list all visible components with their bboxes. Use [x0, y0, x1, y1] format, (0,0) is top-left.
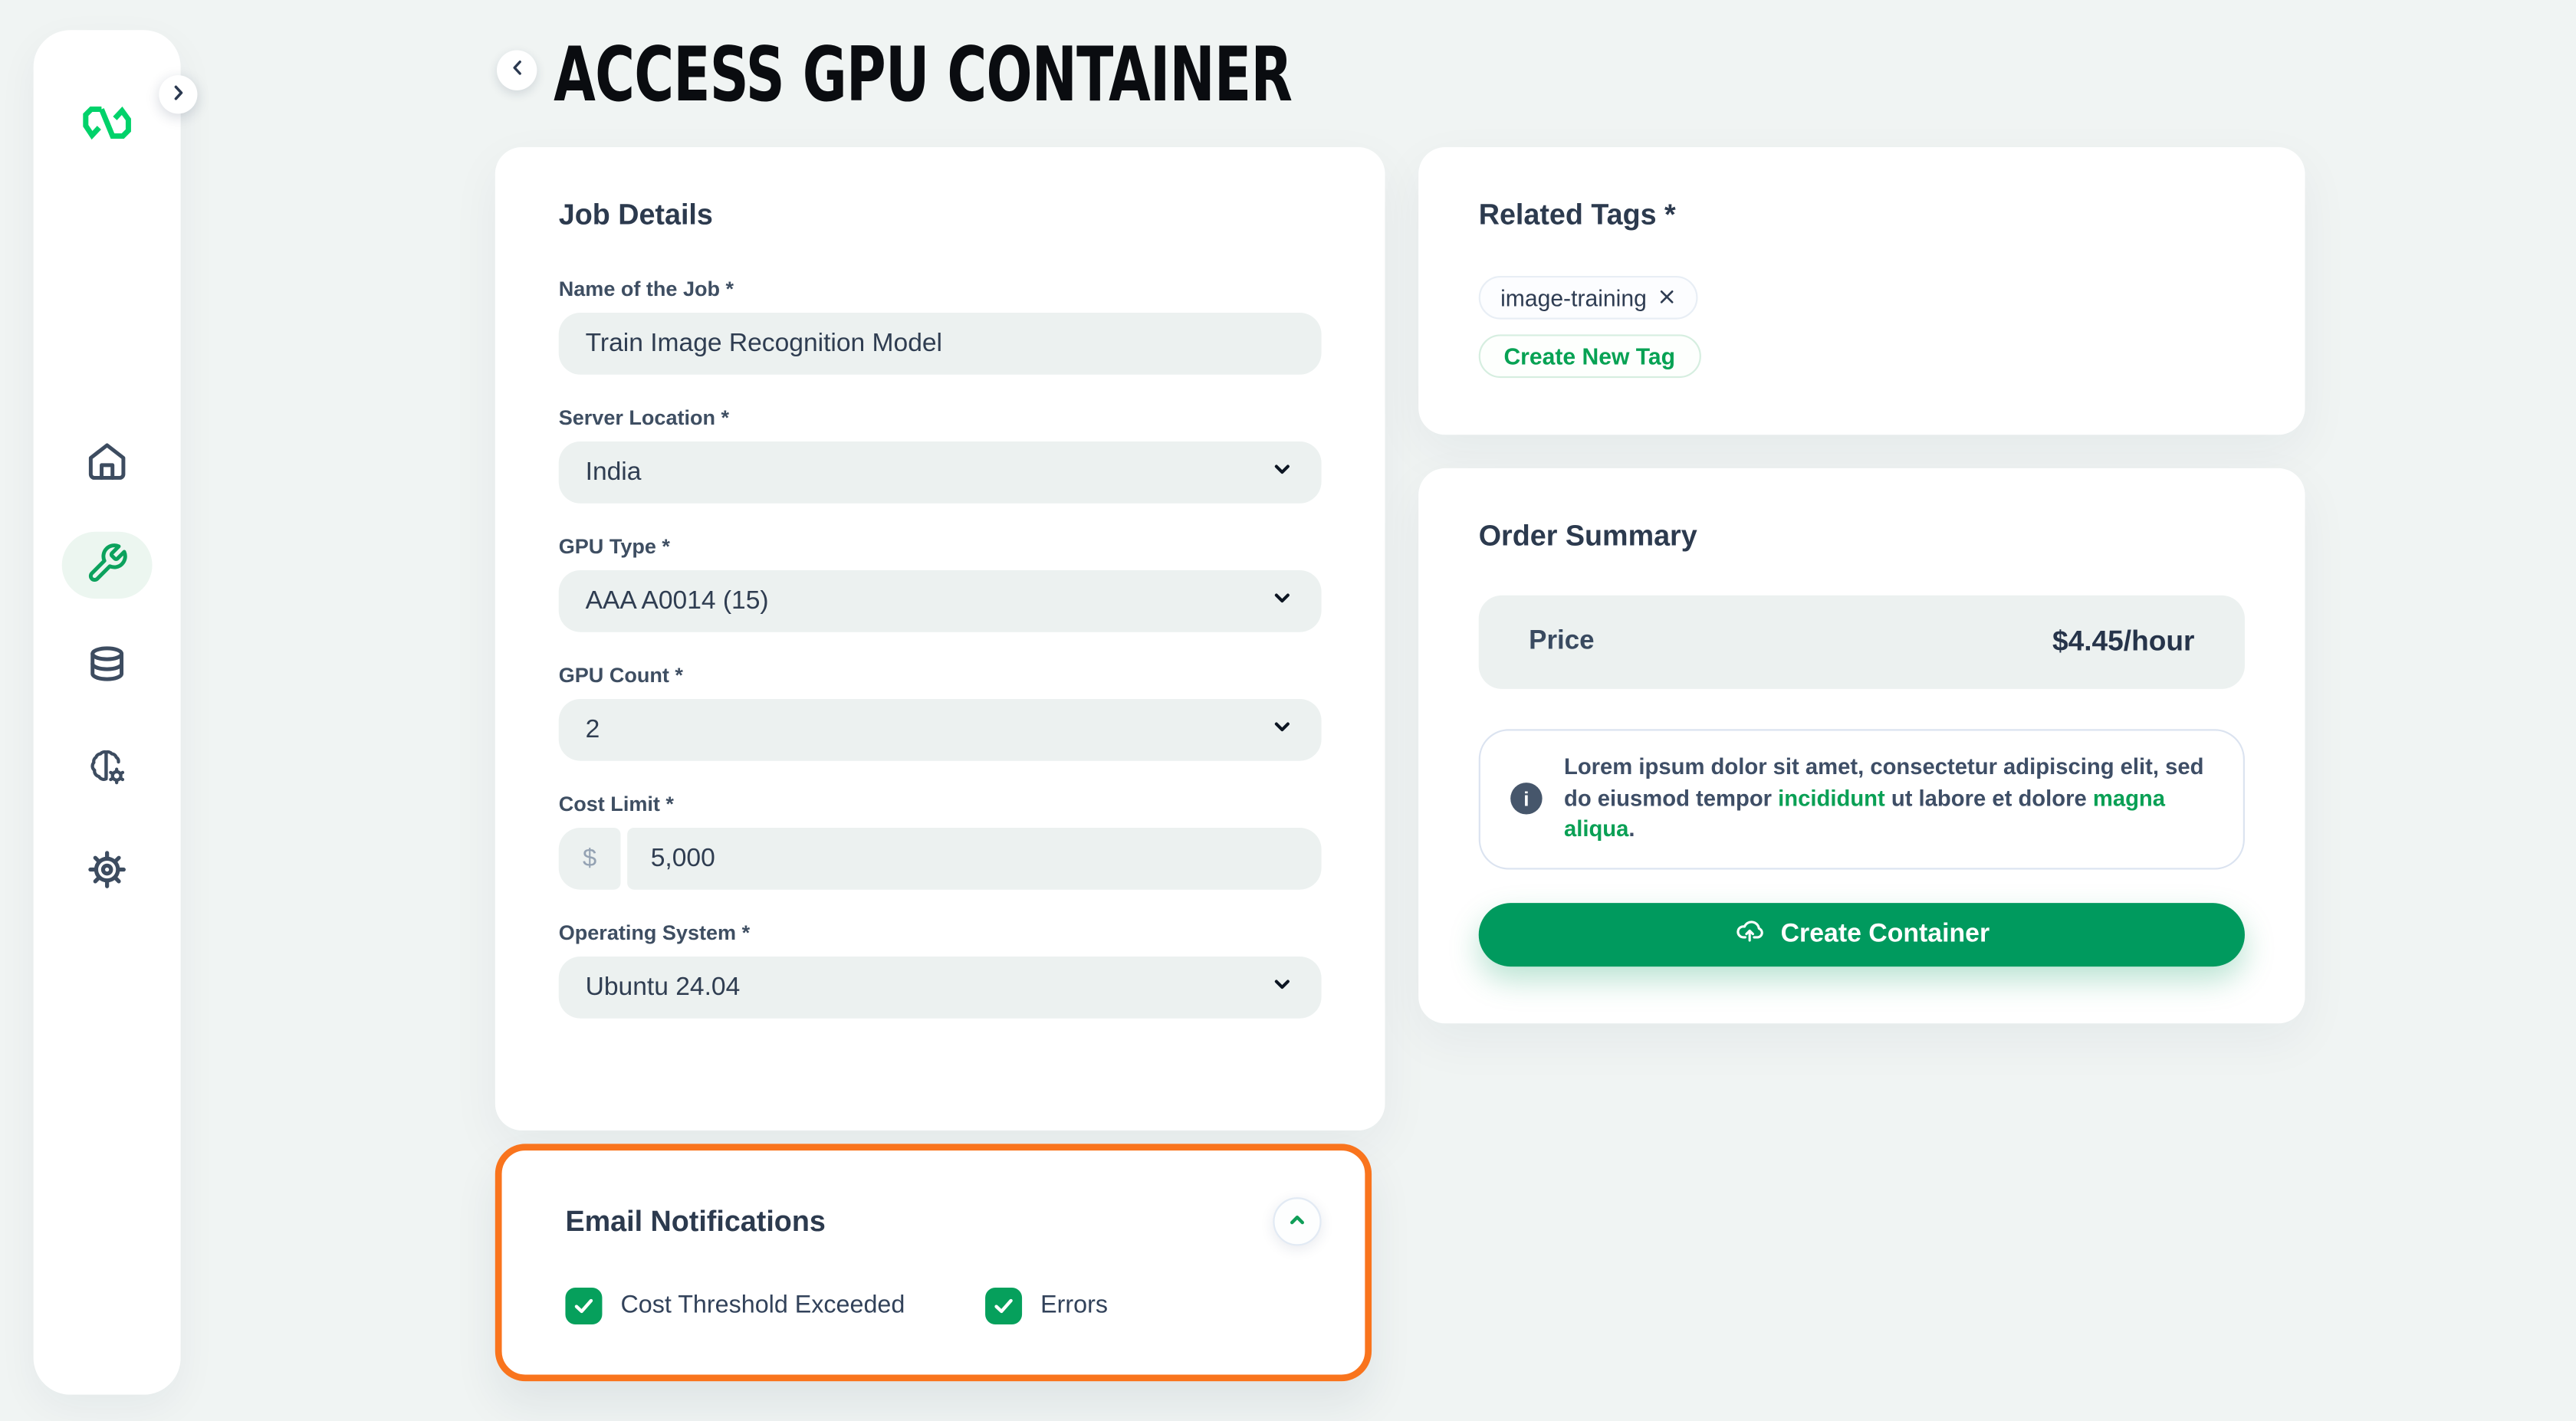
create-container-button[interactable]: Create Container: [1479, 903, 2245, 966]
field-cost-limit: Cost Limit * $: [559, 793, 1322, 890]
field-operating-system: Operating System * Ubuntu 24.04: [559, 921, 1322, 1019]
sidebar-item-ai[interactable]: [62, 736, 153, 802]
gpu-type-select[interactable]: AAA A0014 (15): [559, 570, 1322, 632]
cost-limit-input[interactable]: [627, 828, 1321, 890]
operating-system-label: Operating System *: [559, 921, 1322, 945]
sidebar-item-database[interactable]: [62, 634, 153, 701]
chevron-down-icon: [1270, 585, 1295, 619]
job-name-label: Name of the Job *: [559, 277, 1322, 301]
gpu-count-value: 2: [586, 715, 600, 745]
database-icon: [85, 643, 129, 691]
related-tags-title: Related Tags *: [1479, 197, 2245, 232]
sidebar-item-tools[interactable]: [62, 532, 153, 599]
app-root: ACCESS GPU CONTAINER Job Details Name of…: [0, 0, 2576, 1421]
chevron-down-icon: [1270, 971, 1295, 1005]
server-location-label: Server Location *: [559, 406, 1322, 430]
cost-limit-label: Cost Limit *: [559, 793, 1322, 816]
price-label: Price: [1529, 627, 1594, 657]
checkbox-label: Cost Threshold Exceeded: [620, 1293, 905, 1320]
ai-settings-icon: [85, 745, 129, 793]
info-icon: i: [1510, 783, 1542, 815]
sidebar: [34, 30, 181, 1394]
email-notifications-title: Email Notifications: [565, 1204, 825, 1239]
checkbox-errors[interactable]: Errors: [985, 1288, 1108, 1324]
field-job-name: Name of the Job *: [559, 277, 1322, 375]
settings-gear-icon: [85, 847, 129, 895]
server-location-value: India: [586, 458, 642, 487]
checkbox-label: Errors: [1040, 1293, 1108, 1320]
related-tags-card: Related Tags * image-training Create New…: [1418, 147, 2305, 435]
infinity-logo-icon: [79, 103, 136, 143]
create-new-tag-button[interactable]: Create New Tag: [1479, 334, 1700, 378]
cloud-upload-icon: [1734, 915, 1764, 953]
job-name-input[interactable]: [559, 313, 1322, 375]
page-title: ACCESS GPU CONTAINER: [554, 30, 1292, 119]
order-summary-title: Order Summary: [1479, 518, 2245, 553]
tag-chip: image-training: [1479, 276, 1699, 320]
operating-system-select[interactable]: Ubuntu 24.04: [559, 957, 1322, 1019]
price-value: $4.45/hour: [2052, 625, 2195, 659]
gpu-type-value: AAA A0014 (15): [586, 586, 769, 616]
order-summary-card: Order Summary Price $4.45/hour i Lorem i…: [1418, 468, 2305, 1023]
chevron-down-icon: [1270, 456, 1295, 490]
chevron-right-icon: [167, 81, 189, 108]
chevron-up-icon: [1285, 1206, 1310, 1236]
job-details-title: Job Details: [559, 197, 1322, 232]
checkbox-cost-threshold[interactable]: Cost Threshold Exceeded: [565, 1288, 905, 1324]
operating-system-value: Ubuntu 24.04: [586, 973, 741, 1003]
sidebar-nav: [34, 430, 181, 905]
collapse-section-button[interactable]: [1273, 1197, 1321, 1245]
wrench-icon: [85, 541, 129, 589]
home-icon: [85, 439, 129, 487]
info-note-text: Lorem ipsum dolor sit amet, consectetur …: [1564, 753, 2210, 846]
info-note: i Lorem ipsum dolor sit amet, consectetu…: [1479, 729, 2245, 869]
currency-prefix: $: [559, 828, 621, 890]
create-container-label: Create Container: [1781, 920, 1990, 950]
checkbox-checked-icon: [985, 1288, 1022, 1324]
job-details-card: Job Details Name of the Job * Server Loc…: [495, 147, 1385, 1131]
checkbox-checked-icon: [565, 1288, 602, 1324]
gpu-count-label: GPU Count *: [559, 664, 1322, 688]
field-server-location: Server Location * India: [559, 406, 1322, 504]
email-notifications-card: Email Notifications Cost Threshold Excee…: [495, 1144, 1372, 1381]
gpu-type-label: GPU Type *: [559, 535, 1322, 559]
field-gpu-type: GPU Type * AAA A0014 (15): [559, 535, 1322, 632]
sidebar-expand-button[interactable]: [159, 75, 197, 113]
server-location-select[interactable]: India: [559, 441, 1322, 504]
chevron-down-icon: [1270, 714, 1295, 747]
price-row: Price $4.45/hour: [1479, 596, 2245, 689]
back-button[interactable]: [497, 50, 537, 90]
tag-label: image-training: [1500, 285, 1647, 310]
field-gpu-count: GPU Count * 2: [559, 664, 1322, 761]
close-icon[interactable]: [1658, 285, 1677, 310]
chevron-left-icon: [506, 57, 527, 84]
sidebar-item-settings[interactable]: [62, 838, 153, 904]
gpu-count-select[interactable]: 2: [559, 699, 1322, 761]
sidebar-item-home[interactable]: [62, 430, 153, 497]
